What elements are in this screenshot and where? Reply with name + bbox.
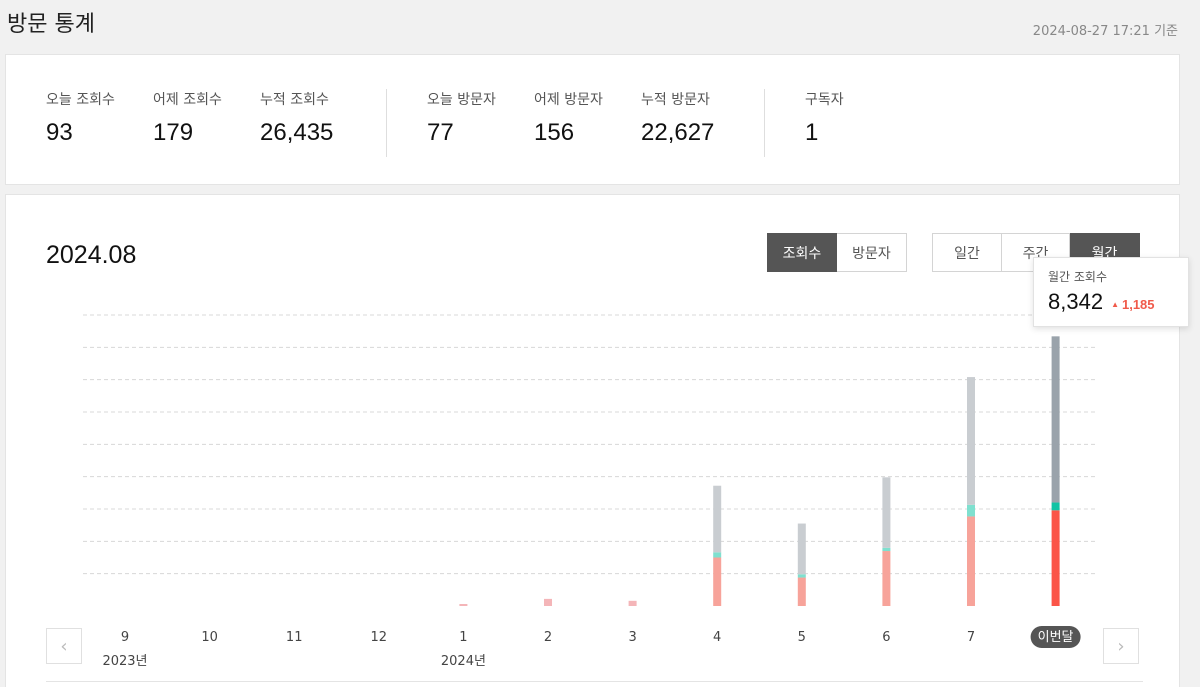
bar-tooltip: 월간 조회수 8,342 1,185 bbox=[1033, 257, 1189, 327]
x-tick-label: 10 bbox=[201, 630, 218, 645]
prev-period-button[interactable]: ‹ bbox=[46, 628, 82, 664]
tooltip-label: 월간 조회수 bbox=[1048, 270, 1108, 284]
stat-value: 77 bbox=[427, 119, 454, 146]
chart-svg: 9 2023년 10 11 12 1 2024년 2 3 4 5 6 7 이번달 bbox=[83, 314, 1096, 669]
x-tick-label: 4 bbox=[713, 630, 721, 645]
x-tick-label: 1 bbox=[459, 630, 467, 645]
summary-stats-card: 오늘 조회수 93 어제 조회수 179 누적 조회수 26,435 오늘 방문… bbox=[5, 54, 1180, 185]
stat-label: 어제 조회수 bbox=[153, 92, 222, 108]
stat-value: 93 bbox=[46, 119, 73, 146]
next-period-button[interactable]: › bbox=[1103, 628, 1139, 664]
bar-segment-teal bbox=[967, 504, 975, 517]
stat-label: 누적 조회수 bbox=[260, 92, 329, 108]
chevron-right-icon: › bbox=[1117, 635, 1125, 657]
stat-subscribers: 구독자 1 bbox=[805, 89, 844, 147]
bar-segment-teal bbox=[797, 574, 806, 578]
bar-segment-red bbox=[967, 516, 975, 606]
x-tick-label: 2 bbox=[544, 630, 552, 645]
stat-value: 1 bbox=[805, 119, 819, 146]
stats-divider bbox=[386, 89, 387, 157]
bar-segment-red bbox=[713, 557, 722, 606]
bar-mark bbox=[544, 598, 552, 606]
x-tick-label: 7 bbox=[967, 630, 975, 645]
year-label: 2023년 bbox=[102, 654, 147, 669]
bar-segment-teal bbox=[1051, 502, 1060, 511]
x-tick-label: 6 bbox=[882, 630, 890, 645]
bar-segment-red bbox=[797, 577, 806, 606]
stat-total-views: 누적 조회수 26,435 bbox=[260, 89, 333, 147]
stat-label: 구독자 bbox=[805, 92, 844, 108]
x-tick-label: 이번달 bbox=[1038, 630, 1074, 645]
stat-today-visitors: 오늘 방문자 77 bbox=[427, 89, 496, 147]
chevron-left-icon: ‹ bbox=[60, 635, 68, 657]
year-label: 2024년 bbox=[441, 654, 486, 669]
base-timestamp: 2024-08-27 17:21 기준 bbox=[1032, 24, 1178, 39]
stat-value: 26,435 bbox=[260, 119, 334, 146]
x-tick-label: 12 bbox=[371, 630, 388, 645]
x-tick-label: 11 bbox=[286, 630, 303, 645]
stat-label: 오늘 방문자 bbox=[427, 92, 496, 108]
x-tick-label: 3 bbox=[628, 630, 636, 645]
tooltip-change: 1,185 bbox=[1111, 297, 1155, 312]
bar-segment-red bbox=[882, 551, 891, 606]
x-tick-label: 5 bbox=[798, 630, 806, 645]
bar-segment-red bbox=[1051, 510, 1060, 606]
stat-yesterday-visitors: 어제 방문자 156 bbox=[534, 89, 603, 147]
stat-value: 156 bbox=[534, 119, 575, 146]
x-tick-label: 9 bbox=[121, 630, 129, 645]
bar-segment-teal bbox=[713, 552, 722, 558]
stat-label: 누적 방문자 bbox=[641, 92, 710, 108]
stat-value: 22,627 bbox=[641, 119, 715, 146]
stats-divider bbox=[764, 89, 765, 157]
bar-mark bbox=[459, 604, 468, 606]
bar-segment-gray bbox=[882, 477, 891, 548]
bar-mark bbox=[628, 600, 637, 606]
stat-yesterday-views: 어제 조회수 179 bbox=[153, 89, 222, 147]
chart-card: 2024.08 조회수 방문자 일간 주간 월간 9 2023년 10 11 12 1 20… bbox=[5, 194, 1189, 687]
page-title: 방문 통계 bbox=[7, 12, 95, 37]
bar-segment-teal bbox=[882, 547, 891, 552]
bar-segment-gray bbox=[967, 377, 975, 505]
bar-segment-gray bbox=[797, 523, 806, 575]
stat-value: 179 bbox=[153, 119, 194, 146]
monthly-bar-chart: 9 2023년 10 11 12 1 2024년 2 3 4 5 6 7 이번달 bbox=[6, 195, 1181, 687]
bar-segment-gray bbox=[713, 485, 722, 553]
chart-bottom-divider bbox=[46, 681, 1143, 682]
stat-label: 오늘 조회수 bbox=[46, 92, 115, 108]
bar-segment-gray bbox=[1051, 336, 1060, 503]
stat-today-views: 오늘 조회수 93 bbox=[46, 89, 115, 147]
stat-label: 어제 방문자 bbox=[534, 92, 603, 108]
stat-total-visitors: 누적 방문자 22,627 bbox=[641, 89, 714, 147]
tooltip-value: 8,342 bbox=[1048, 289, 1104, 314]
